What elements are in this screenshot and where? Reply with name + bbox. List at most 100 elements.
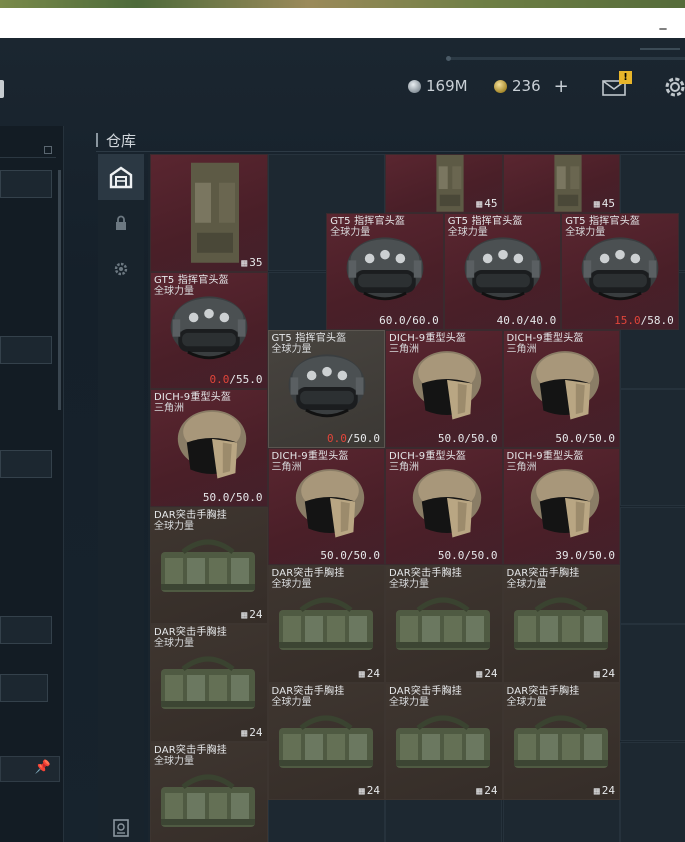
- item-gt5-helmet[interactable]: GT5 指挥官头盔 全球力量 15.0/58.0: [561, 212, 679, 331]
- gear-icon: [114, 262, 128, 276]
- item-chest-rig[interactable]: DAR突击手胸挂 全球力量 ▦ 24: [267, 682, 385, 801]
- chest-rig-image: [396, 715, 490, 768]
- top-divider-end: [640, 48, 680, 50]
- stat-value: /50.0: [346, 431, 380, 445]
- durability-current-low: 0.0: [327, 431, 347, 445]
- item-capacity: ▦ 45: [476, 197, 497, 210]
- item-chest-rig[interactable]: DAR突击手胸挂 全球力量 ▦ 24: [267, 565, 385, 683]
- item-dich9-helmet[interactable]: DICH-9重型头盔 三角洲 50.0/50.0: [267, 447, 385, 566]
- tab-warehouse[interactable]: [98, 154, 144, 200]
- durability-current-low: 0.0: [209, 373, 230, 386]
- gt5-helmet-image: [170, 295, 248, 359]
- durability-current-low: 15.0: [614, 314, 641, 328]
- gold-coin-icon: [494, 79, 507, 93]
- item-capacity: ▦ 35: [241, 256, 262, 269]
- item-gt5-helmet[interactable]: GT5 指挥官头盔 全球力量 0.0/50.0: [267, 330, 385, 448]
- dich9-helmet-image: [177, 410, 247, 479]
- warehouse-title-text: 仓库: [106, 131, 137, 150]
- item-chest-rig[interactable]: DAR突击手胸挂 全球力量 ▦ 24: [150, 506, 268, 624]
- item-source: 三角洲: [506, 461, 537, 473]
- chest-rig-image: [396, 597, 490, 651]
- chest-rig-image: [513, 597, 608, 651]
- item-dich9-helmet[interactable]: DICH-9重型头盔 三角洲 50.0/50.0: [385, 330, 503, 448]
- item-source: 全球力量: [154, 285, 194, 297]
- left-panel-field[interactable]: [0, 336, 52, 364]
- left-panel-field[interactable]: [0, 170, 52, 198]
- item-dich9-helmet[interactable]: DICH-9重型头盔 三角洲 39.0/50.0: [502, 447, 620, 566]
- left-panel-scrollbar[interactable]: [58, 170, 61, 410]
- grid-cell[interactable]: [620, 389, 685, 506]
- stat-value: 24: [366, 784, 380, 798]
- left-panel-field[interactable]: [0, 616, 52, 644]
- item-chest-rig[interactable]: DAR突击手胸挂 全球力量: [150, 741, 268, 842]
- gold-currency: 236 +: [494, 76, 569, 97]
- item-durability: 60.0/60.0: [379, 314, 439, 327]
- item-dich9-helmet[interactable]: DICH-9重型头盔 三角洲 50.0/50.0: [385, 447, 503, 566]
- item-source: 全球力量: [389, 579, 429, 591]
- item-durability: 50.0/50.0: [438, 432, 498, 445]
- left-panel-header-button[interactable]: [44, 146, 52, 154]
- back-tab-edge[interactable]: [0, 80, 4, 98]
- left-panel-field[interactable]: [0, 674, 48, 702]
- tab-locked[interactable]: [98, 200, 144, 246]
- item-gt5-helmet[interactable]: GT5 指挥官头盔 全球力量 60.0/60.0: [326, 212, 444, 331]
- tab-safe-box[interactable]: [98, 814, 144, 842]
- item-chest-rig[interactable]: DAR突击手胸挂 全球力量 ▦ 24: [502, 565, 620, 683]
- add-currency-button[interactable]: +: [554, 76, 569, 97]
- stat-value: 50.0/50.0: [437, 549, 498, 563]
- item-source: 全球力量: [506, 696, 547, 708]
- item-capacity: ▦ 24: [594, 667, 615, 680]
- minimize-button[interactable]: _: [655, 14, 671, 30]
- stat-value: 60.0/60.0: [379, 314, 439, 328]
- item-dich9-helmet[interactable]: DICH-9重型头盔 三角洲 50.0/50.0: [150, 389, 268, 507]
- item-vest[interactable]: ▦ 45: [502, 154, 620, 213]
- item-gt5-helmet[interactable]: GT5 指挥官头盔 全球力量 40.0/40.0: [443, 212, 562, 331]
- item-durability: 50.0/50.0: [555, 432, 615, 445]
- item-chest-rig[interactable]: DAR突击手胸挂 全球力量 ▦ 24: [385, 565, 503, 683]
- lock-icon: [116, 215, 126, 230]
- stat-value: 24: [249, 725, 263, 739]
- chest-rig-image: [513, 715, 608, 768]
- item-durability: 50.0/50.0: [438, 549, 498, 562]
- item-chest-rig[interactable]: DAR突击手胸挂 全球力量 ▦ 24: [150, 624, 268, 742]
- capacity-icon: ▦: [241, 727, 248, 739]
- warehouse-grid: ▦ 35 ▦ 45 ▦ 45 GT5 指挥官头盔 全球力量 60.0/60.0 GT5 指挥官头盔…: [148, 154, 685, 842]
- pin-button[interactable]: 📌: [0, 756, 60, 782]
- capacity-icon: ▦: [593, 668, 600, 680]
- item-source: 全球力量: [330, 226, 371, 238]
- desktop-wallpaper-strip: [0, 0, 685, 8]
- item-vest[interactable]: ▦ 35: [150, 154, 268, 272]
- stat-value: 45: [601, 196, 615, 210]
- top-divider-dot: [446, 56, 451, 61]
- stat-value: 24: [601, 784, 615, 798]
- item-vest[interactable]: ▦ 45: [385, 154, 503, 213]
- item-chest-rig[interactable]: DAR突击手胸挂 全球力量 ▦ 24: [385, 682, 503, 801]
- item-source: 全球力量: [271, 344, 312, 356]
- stat-value: 24: [249, 608, 263, 621]
- stat-value: 39.0/50.0: [555, 549, 615, 563]
- item-dich9-helmet[interactable]: DICH-9重型头盔 三角洲 50.0/50.0: [502, 330, 620, 448]
- vest-image: [436, 155, 464, 212]
- item-durability: 0.0/55.0: [210, 373, 263, 386]
- stat-value: 24: [366, 666, 380, 680]
- item-durability: 39.0/50.0: [555, 549, 615, 562]
- item-source: 全球力量: [447, 226, 488, 238]
- grid-cell[interactable]: [620, 506, 685, 624]
- capacity-icon: ▦: [358, 668, 365, 680]
- item-source: 全球力量: [271, 579, 312, 591]
- left-panel-field[interactable]: [0, 450, 52, 478]
- item-chest-rig[interactable]: DAR突击手胸挂 全球力量 ▦ 24: [502, 682, 620, 801]
- grid-cell[interactable]: [620, 624, 685, 741]
- grid-cell[interactable]: [620, 741, 685, 842]
- item-source: 三角洲: [271, 461, 302, 473]
- dich9-helmet-image: [295, 468, 364, 538]
- item-capacity: ▦ 24: [359, 667, 380, 680]
- item-durability: 50.0/50.0: [320, 549, 380, 562]
- warehouse-icon: [109, 166, 133, 189]
- tab-settings[interactable]: [98, 246, 144, 292]
- settings-gear-icon[interactable]: [662, 74, 685, 100]
- stat-value: 24: [601, 666, 615, 680]
- warehouse-side-tabs: [98, 154, 144, 842]
- item-source: 全球力量: [271, 696, 312, 708]
- item-gt5-helmet[interactable]: GT5 指挥官头盔 全球力量 0.0/55.0: [150, 271, 268, 389]
